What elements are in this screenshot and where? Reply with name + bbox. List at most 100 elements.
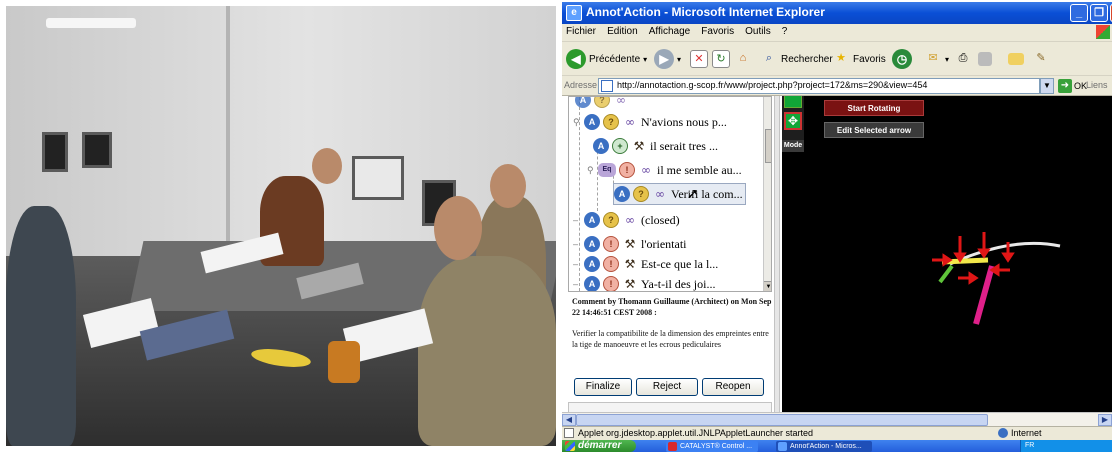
- scrollbar-thumb[interactable]: [576, 414, 988, 426]
- tree-item[interactable]: A + ⚒ il serait tres ...: [593, 135, 718, 157]
- tree-item[interactable]: – A ! ⚒ l'orientati: [573, 233, 686, 255]
- menu-help[interactable]: ?: [778, 24, 792, 39]
- edit-button[interactable]: [978, 47, 992, 71]
- comment-panel: Comment by Thomann Guillaume (Architect)…: [572, 296, 772, 374]
- a-badge-icon: A: [614, 186, 630, 202]
- taskbar: démarrer CATALYST® Control ... Annot'Act…: [562, 440, 1112, 452]
- tree-item[interactable]: – A ! ⚒ Est-ce que la l...: [573, 253, 718, 275]
- person-standing-head: [312, 148, 342, 184]
- forward-arrow-icon: ▶: [654, 49, 674, 69]
- monitor-left: [82, 132, 112, 168]
- chevron-down-icon: ▾: [643, 54, 648, 64]
- catalyst-icon: [668, 442, 677, 451]
- messenger-icon: ✎: [1036, 52, 1046, 64]
- horizontal-scrollbar[interactable]: ◀ ▶: [562, 412, 1112, 426]
- person-front-head: [434, 196, 482, 260]
- scrollbar-thumb[interactable]: [765, 129, 771, 163]
- favorites-label: Favoris: [853, 53, 886, 65]
- home-icon: ⌂: [739, 52, 747, 64]
- address-dropdown-button[interactable]: ▼: [1040, 78, 1054, 94]
- person-back-head: [490, 164, 526, 208]
- collapse-icon[interactable]: –: [573, 215, 581, 225]
- tree-scrollbar[interactable]: ▼: [763, 97, 771, 291]
- windows-logo-icon: [1096, 25, 1110, 39]
- screw-model: [973, 265, 995, 325]
- taskbar-item-annotaction[interactable]: Annot'Action - Micros...: [776, 441, 872, 452]
- folder-button[interactable]: [1008, 47, 1024, 71]
- start-button[interactable]: démarrer: [562, 440, 636, 452]
- globe-icon: [998, 428, 1008, 438]
- forward-button[interactable]: ▶ ▾: [654, 47, 681, 71]
- computer-tower: [42, 132, 68, 172]
- maximize-button[interactable]: ❐: [1090, 4, 1108, 22]
- search-button[interactable]: ⌕ Rechercher: [760, 47, 833, 71]
- tree-item-label: l'orientati: [641, 236, 687, 251]
- comment-text: Verifier la compatibilite de la dimensio…: [572, 329, 769, 349]
- tree-item-label: N'avions nous p...: [641, 114, 727, 129]
- expand-icon[interactable]: ⚲: [587, 165, 595, 176]
- exclamation-icon: !: [619, 162, 635, 178]
- expand-icon[interactable]: ⚲: [573, 117, 581, 128]
- refresh-button[interactable]: ↻: [712, 47, 730, 71]
- collapse-icon[interactable]: –: [573, 259, 581, 269]
- hammer-icon: ⚒: [624, 277, 636, 291]
- system-tray: FR: [1020, 440, 1112, 452]
- a-badge-icon: A: [584, 256, 600, 272]
- collapse-icon[interactable]: –: [573, 279, 581, 289]
- home-button[interactable]: ⌂: [734, 47, 752, 71]
- tree-item[interactable]: ⚲ Eq ! ∞ il me semble au...: [587, 159, 742, 181]
- chevron-down-icon: ▾: [677, 54, 682, 64]
- back-button[interactable]: ◀ Précédente ▾: [566, 47, 647, 71]
- tree-item[interactable]: ⚲ A ? ∞ N'avions nous p...: [573, 111, 727, 133]
- links-label[interactable]: Liens: [1086, 80, 1108, 90]
- 3d-viewer-applet[interactable]: ✥ Mode Start Rotating Edit Selected arro…: [782, 96, 1112, 412]
- reopen-button[interactable]: Reopen: [702, 378, 764, 396]
- address-label: Adresse: [564, 80, 598, 90]
- history-button[interactable]: ◷: [892, 47, 912, 71]
- minimize-button[interactable]: _: [1070, 4, 1088, 22]
- tree-item[interactable]: – A ! ⚒ Ya-t-il des joi...: [573, 273, 715, 291]
- scroll-right-icon[interactable]: ▶: [1098, 414, 1112, 426]
- messenger-button[interactable]: ✎: [1032, 47, 1050, 71]
- green-arrow-icon[interactable]: [938, 264, 954, 284]
- people-icon: ∞: [625, 213, 635, 227]
- go-button[interactable]: ➜ OK: [1058, 78, 1087, 94]
- scroll-left-icon[interactable]: ◀: [562, 414, 576, 426]
- print-button[interactable]: ⎙: [954, 47, 972, 71]
- tree-item-selected[interactable]: A ? ∞ Verifi la com...: [613, 183, 746, 205]
- hammer-icon: ⚒: [624, 257, 636, 271]
- stop-icon: ✕: [690, 50, 708, 68]
- a-badge-icon: A: [584, 276, 600, 291]
- 3d-scene[interactable]: [782, 96, 1112, 412]
- menu-affichage[interactable]: Affichage: [645, 24, 695, 39]
- menu-favoris[interactable]: Favoris: [697, 24, 738, 39]
- a-badge-icon: A: [584, 212, 600, 228]
- mail-button[interactable]: ✉ ▾: [924, 47, 949, 71]
- scroll-down-icon[interactable]: ▼: [764, 281, 771, 291]
- favorites-button[interactable]: ★ Favoris: [832, 47, 886, 71]
- taskbar-item-catalyst[interactable]: CATALYST® Control ...: [666, 441, 758, 452]
- stop-button[interactable]: ✕: [690, 47, 708, 71]
- status-bar: Applet org.jdesktop.applet.util.JNLPAppl…: [562, 426, 1112, 440]
- page-icon: [564, 428, 574, 438]
- bulb-icon: ?: [603, 114, 619, 130]
- chevron-down-icon: ▾: [945, 54, 950, 64]
- tree-item[interactable]: – A ? ∞ (closed): [573, 209, 680, 231]
- menu-outils[interactable]: Outils: [741, 24, 775, 39]
- finalize-button[interactable]: Finalize: [574, 378, 632, 396]
- folder-icon: [1008, 53, 1024, 65]
- title-bar[interactable]: e Annot'Action - Microsoft Internet Expl…: [562, 2, 1112, 24]
- menu-edition[interactable]: Edition: [603, 24, 642, 39]
- collapse-icon[interactable]: –: [573, 239, 581, 249]
- tree-item-partial[interactable]: A ? ∞: [575, 97, 629, 111]
- go-arrow-icon: ➜: [1058, 79, 1072, 93]
- menu-fichier[interactable]: Fichier: [562, 24, 600, 39]
- pane-divider[interactable]: [774, 96, 780, 412]
- reject-button[interactable]: Reject: [636, 378, 698, 396]
- a-badge-icon: A: [584, 114, 600, 130]
- language-indicator[interactable]: FR: [1025, 442, 1034, 449]
- history-icon: ◷: [892, 49, 912, 69]
- action-buttons: Finalize Reject Reopen: [568, 378, 772, 398]
- url-input[interactable]: http://annotaction.g-scop.fr/www/project…: [598, 78, 1040, 94]
- status-message: Applet org.jdesktop.applet.util.JNLPAppl…: [578, 428, 813, 438]
